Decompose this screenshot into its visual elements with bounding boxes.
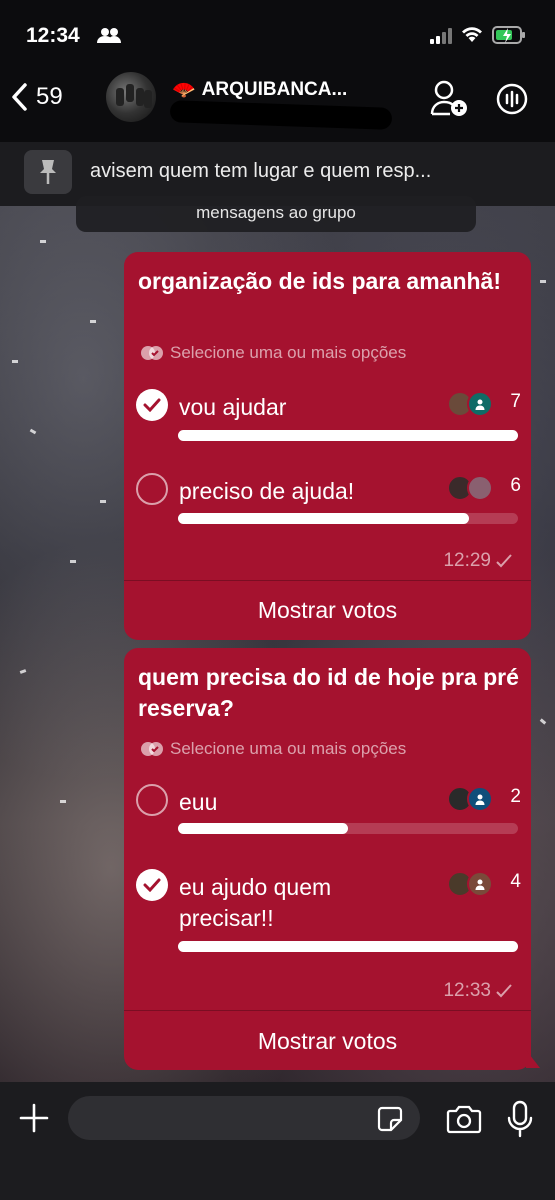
- timestamp-text: 12:29: [443, 550, 491, 571]
- pinned-message-text: avisem quem tem lugar e quem resp...: [90, 160, 432, 182]
- vote-bar: [178, 941, 518, 952]
- vote-bar: [178, 430, 518, 441]
- multi-check-icon: [141, 346, 163, 360]
- poll-message: quem precisa do id de hoje pra pré reser…: [124, 648, 531, 1070]
- back-button[interactable]: 59: [10, 82, 63, 112]
- vote-bar: [178, 513, 518, 524]
- message-composer: [0, 1082, 555, 1200]
- redacted-subtitle: [169, 100, 393, 130]
- unchecked-icon[interactable]: [136, 784, 168, 816]
- status-bar: 12:34: [0, 0, 555, 70]
- group-name[interactable]: 🪭 ARQUIBANCA...: [172, 78, 347, 102]
- battery-icon: [492, 25, 526, 50]
- wifi-icon: [460, 25, 484, 48]
- add-user-icon[interactable]: [430, 80, 470, 123]
- poll-option[interactable]: euu 2: [136, 784, 521, 840]
- vote-count: 4: [510, 871, 521, 892]
- timestamp-text: 12:33: [443, 980, 491, 1001]
- poll-option[interactable]: eu ajudo quem precisar!! 4: [136, 869, 521, 959]
- vote-bar-fill: [178, 513, 470, 524]
- fan-emoji: 🪭: [172, 80, 196, 101]
- microphone-icon[interactable]: [507, 1100, 533, 1143]
- poll-option[interactable]: preciso de ajuda! 6: [136, 473, 521, 529]
- voter-avatars: [447, 786, 493, 812]
- group-title: ARQUIBANCA...: [201, 79, 348, 100]
- pin-icon: [24, 150, 72, 194]
- unchecked-icon[interactable]: [136, 473, 168, 505]
- poll-hint: Selecione uma ou mais opções: [140, 739, 406, 759]
- message-timestamp: 12:33: [443, 980, 513, 1002]
- poll-option-label: eu ajudo quem precisar!!: [179, 874, 332, 931]
- poll-message: organização de ids para amanhã! Selecion…: [124, 252, 531, 640]
- bubble-tail: [526, 1050, 540, 1068]
- multi-check-icon: [141, 742, 163, 756]
- sent-check-icon: [496, 554, 512, 568]
- vote-bar: [178, 823, 518, 834]
- group-avatar[interactable]: [106, 72, 156, 122]
- show-votes-button[interactable]: Mostrar votos: [124, 1028, 531, 1055]
- checked-icon[interactable]: [136, 389, 168, 421]
- poll-hint-text: Selecione uma ou mais opções: [170, 739, 407, 758]
- chat-header: 59 🪭 ARQUIBANCA... avisem quem tem lugar…: [0, 70, 555, 206]
- voter-avatars: [447, 475, 493, 501]
- poll-hint-text: Selecione uma ou mais opções: [170, 343, 407, 362]
- voter-avatars: [447, 871, 493, 897]
- unread-count: 59: [36, 83, 63, 110]
- show-votes-button[interactable]: Mostrar votos: [124, 597, 531, 624]
- poll-option-label: preciso de ajuda!: [179, 478, 355, 504]
- vote-bar-fill: [178, 941, 518, 952]
- people-icon: [96, 27, 122, 48]
- camera-icon[interactable]: [446, 1104, 482, 1139]
- vote-count: 7: [510, 391, 521, 412]
- poll-hint: Selecione uma ou mais opções: [140, 343, 406, 363]
- checked-icon[interactable]: [136, 869, 168, 901]
- chevron-left-icon: [12, 83, 27, 111]
- poll-question: organização de ids para amanhã!: [138, 268, 502, 294]
- status-time: 12:34: [26, 24, 80, 47]
- message-timestamp: 12:29: [443, 550, 513, 572]
- voter-avatars: [447, 391, 493, 417]
- audio-chat-icon[interactable]: [495, 82, 529, 121]
- plus-icon[interactable]: [18, 1102, 50, 1139]
- system-notice: mensagens ao grupo: [76, 196, 476, 232]
- vote-bar-fill: [178, 430, 518, 441]
- vote-count: 2: [510, 786, 521, 807]
- vote-bar-fill: [178, 823, 348, 834]
- poll-question: quem precisa do id de hoje pra pré reser…: [138, 664, 519, 721]
- poll-option-label: euu: [179, 789, 218, 815]
- vote-count: 6: [510, 475, 521, 496]
- signal-icon: [430, 28, 454, 49]
- sent-check-icon: [496, 984, 512, 998]
- sticker-icon[interactable]: [377, 1106, 403, 1137]
- message-input[interactable]: [68, 1096, 420, 1140]
- poll-option[interactable]: vou ajudar 7: [136, 389, 521, 445]
- poll-option-label: vou ajudar: [179, 394, 287, 420]
